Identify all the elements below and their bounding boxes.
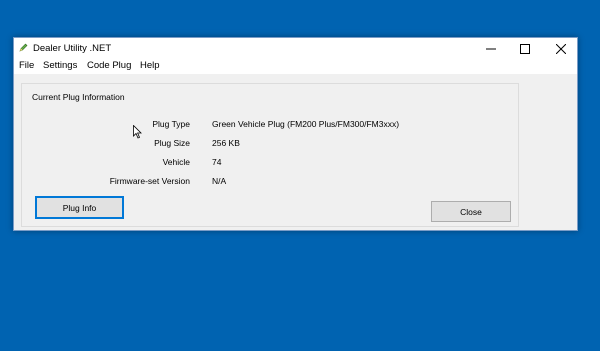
group-title: Current Plug Information [32,92,125,102]
menu-code-plug[interactable]: Code Plug [87,60,131,71]
plug-type-label: Plug Type [152,119,190,129]
window-title: Dealer Utility .NET [33,43,112,54]
plug-type-value: Green Vehicle Plug (FM200 Plus/FM300/FM3… [212,119,400,129]
plug-info-button[interactable]: Plug Info [35,196,124,219]
pencil-icon [18,42,29,53]
maximize-icon [520,43,530,54]
menu-help[interactable]: Help [140,60,160,71]
minimize-button[interactable] [474,38,508,59]
close-button[interactable]: Close [431,201,511,222]
title-bar[interactable]: Dealer Utility .NET [14,38,577,59]
firmware-version-label: Firmware-set Version [109,176,190,186]
plug-size-value: 256 KB [212,138,240,148]
close-window-button[interactable] [544,38,578,59]
vehicle-value: 74 [212,157,222,167]
menu-settings[interactable]: Settings [43,60,77,71]
firmware-version-value: N/A [212,176,227,186]
current-plug-info-group: Current Plug Information Plug Type Green… [21,83,519,227]
mouse-cursor-icon [133,125,142,139]
dealer-utility-window: Dealer Utility .NET File Settings Code P… [13,37,578,231]
vehicle-label: Vehicle [162,157,190,167]
plug-size-label: Plug Size [154,138,190,148]
close-icon [556,43,566,54]
maximize-button[interactable] [508,38,542,59]
menu-bar: File Settings Code Plug Help [14,59,577,74]
minimize-icon [486,48,496,49]
menu-file[interactable]: File [19,60,34,71]
